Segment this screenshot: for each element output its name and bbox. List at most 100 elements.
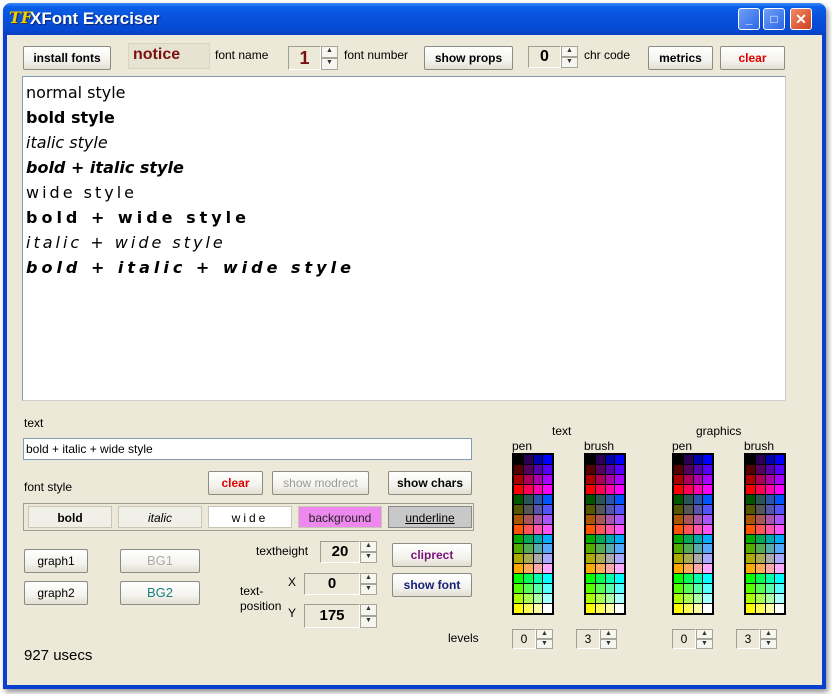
palette-swatch[interactable]	[533, 494, 543, 504]
palette-swatch[interactable]	[615, 584, 624, 594]
palette-swatch[interactable]	[543, 464, 552, 474]
palette-swatch[interactable]	[533, 455, 543, 464]
palette-swatch[interactable]	[674, 574, 683, 584]
palette-swatch[interactable]	[523, 524, 533, 534]
palette-swatch[interactable]	[523, 504, 533, 514]
palette-swatch[interactable]	[703, 494, 712, 504]
font-number-stepper[interactable]: ▲ ▼	[321, 46, 338, 70]
palette-swatch[interactable]	[523, 574, 533, 584]
palette-swatch[interactable]	[543, 484, 552, 494]
palette-swatch[interactable]	[765, 514, 775, 524]
palette-swatch[interactable]	[755, 455, 765, 464]
palette-swatch[interactable]	[514, 484, 523, 494]
text-pen-palette[interactable]	[512, 453, 554, 615]
text-brush-palette[interactable]	[584, 453, 626, 615]
palette-swatch[interactable]	[543, 574, 552, 584]
metrics-button[interactable]: metrics	[648, 46, 713, 70]
palette-swatch[interactable]	[514, 514, 523, 524]
palette-swatch[interactable]	[514, 554, 523, 564]
palette-swatch[interactable]	[746, 584, 755, 594]
palette-swatch[interactable]	[775, 554, 784, 564]
palette-swatch[interactable]	[586, 554, 595, 564]
palette-swatch[interactable]	[586, 455, 595, 464]
textheight-value[interactable]: 20	[320, 541, 360, 563]
palette-swatch[interactable]	[615, 604, 624, 613]
palette-swatch[interactable]	[523, 594, 533, 604]
palette-swatch[interactable]	[765, 584, 775, 594]
palette-swatch[interactable]	[595, 484, 605, 494]
palette-swatch[interactable]	[746, 574, 755, 584]
palette-swatch[interactable]	[586, 494, 595, 504]
palette-swatch[interactable]	[595, 584, 605, 594]
graph2-button[interactable]: graph2	[24, 581, 88, 605]
palette-swatch[interactable]	[746, 484, 755, 494]
spin-up-icon[interactable]: ▲	[760, 629, 777, 639]
palette-swatch[interactable]	[523, 554, 533, 564]
palette-swatch[interactable]	[543, 564, 552, 574]
palette-swatch[interactable]	[683, 494, 693, 504]
palette-swatch[interactable]	[683, 504, 693, 514]
palette-swatch[interactable]	[533, 574, 543, 584]
text-brush-level-stepper[interactable]: ▲ ▼	[600, 629, 617, 649]
x-position-value[interactable]: 0	[304, 573, 360, 595]
palette-swatch[interactable]	[746, 564, 755, 574]
palette-swatch[interactable]	[615, 554, 624, 564]
palette-swatch[interactable]	[586, 594, 595, 604]
graphics-pen-level[interactable]: 0	[672, 629, 696, 649]
spin-down-icon[interactable]: ▼	[760, 639, 777, 649]
palette-swatch[interactable]	[765, 494, 775, 504]
palette-swatch[interactable]	[533, 554, 543, 564]
palette-swatch[interactable]	[775, 474, 784, 484]
palette-swatch[interactable]	[615, 514, 624, 524]
palette-swatch[interactable]	[615, 455, 624, 464]
palette-swatch[interactable]	[533, 584, 543, 594]
palette-swatch[interactable]	[595, 524, 605, 534]
palette-swatch[interactable]	[543, 524, 552, 534]
graphics-pen-level-stepper[interactable]: ▲ ▼	[696, 629, 713, 649]
spin-down-icon[interactable]: ▼	[696, 639, 713, 649]
palette-swatch[interactable]	[523, 584, 533, 594]
palette-swatch[interactable]	[703, 604, 712, 613]
text-pen-level[interactable]: 0	[512, 629, 536, 649]
palette-swatch[interactable]	[674, 604, 683, 613]
palette-swatch[interactable]	[586, 504, 595, 514]
palette-swatch[interactable]	[693, 464, 703, 474]
palette-swatch[interactable]	[746, 504, 755, 514]
title-bar[interactable]: TF XFont Exerciser _ □ ✕	[3, 3, 826, 35]
palette-swatch[interactable]	[683, 464, 693, 474]
palette-swatch[interactable]	[746, 464, 755, 474]
palette-swatch[interactable]	[765, 554, 775, 564]
palette-swatch[interactable]	[693, 474, 703, 484]
palette-swatch[interactable]	[683, 604, 693, 613]
palette-swatch[interactable]	[615, 534, 624, 544]
graphics-brush-level-stepper[interactable]: ▲ ▼	[760, 629, 777, 649]
palette-swatch[interactable]	[693, 574, 703, 584]
palette-swatch[interactable]	[755, 514, 765, 524]
palette-swatch[interactable]	[533, 464, 543, 474]
palette-swatch[interactable]	[683, 564, 693, 574]
palette-swatch[interactable]	[543, 554, 552, 564]
palette-swatch[interactable]	[703, 544, 712, 554]
palette-swatch[interactable]	[543, 534, 552, 544]
spin-down-icon[interactable]: ▼	[536, 639, 553, 649]
palette-swatch[interactable]	[683, 594, 693, 604]
palette-swatch[interactable]	[543, 594, 552, 604]
bg2-button[interactable]: BG2	[120, 581, 200, 605]
palette-swatch[interactable]	[533, 484, 543, 494]
palette-swatch[interactable]	[674, 564, 683, 574]
palette-swatch[interactable]	[674, 544, 683, 554]
palette-swatch[interactable]	[746, 514, 755, 524]
palette-swatch[interactable]	[523, 544, 533, 554]
palette-swatch[interactable]	[514, 584, 523, 594]
italic-toggle[interactable]: italic	[118, 506, 202, 528]
palette-swatch[interactable]	[775, 464, 784, 474]
palette-swatch[interactable]	[674, 474, 683, 484]
palette-swatch[interactable]	[693, 584, 703, 594]
palette-swatch[interactable]	[674, 524, 683, 534]
palette-swatch[interactable]	[514, 594, 523, 604]
palette-swatch[interactable]	[595, 464, 605, 474]
bg1-button[interactable]: BG1	[120, 549, 200, 573]
spin-down-icon[interactable]: ▼	[321, 58, 338, 70]
palette-swatch[interactable]	[523, 464, 533, 474]
graphics-brush-palette[interactable]	[744, 453, 786, 615]
